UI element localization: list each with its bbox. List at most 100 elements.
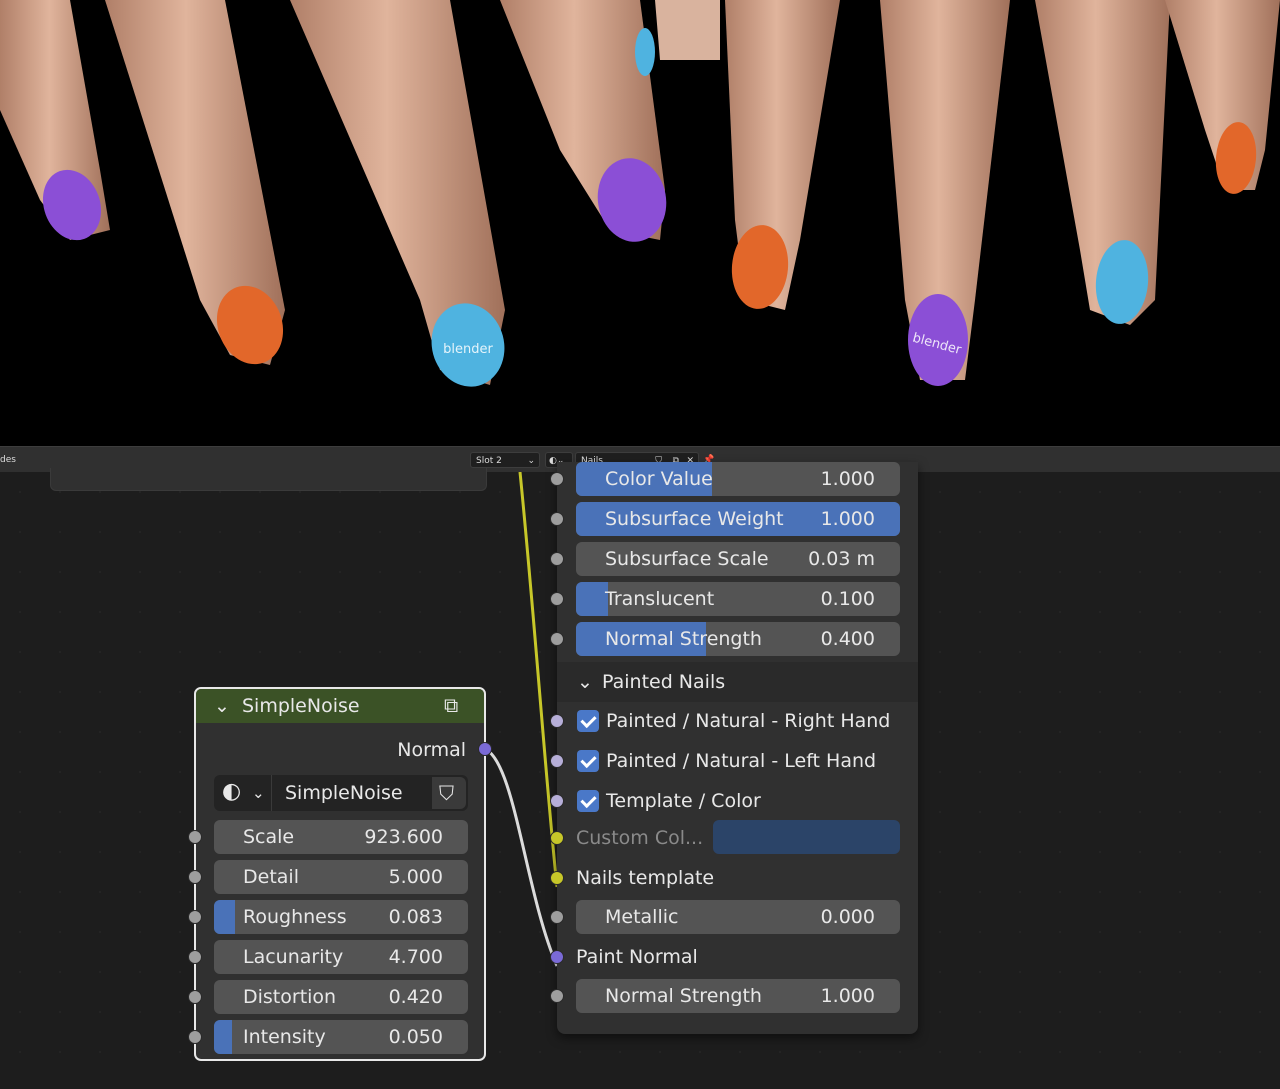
- custom-color-swatch[interactable]: [713, 820, 900, 854]
- field-value: 0.083: [388, 906, 443, 928]
- noise-field[interactable]: Lacunarity 4.700: [214, 940, 468, 974]
- metallic-socket[interactable]: [550, 910, 564, 924]
- nail-1: [216, 285, 284, 365]
- group-field[interactable]: Subsurface Weight 1.000: [576, 502, 900, 536]
- nail-8: [635, 28, 655, 76]
- field-label: Color Value: [605, 468, 713, 490]
- checkbox-label: Painted / Natural - Right Hand: [606, 710, 891, 732]
- chevron-down-icon[interactable]: ⌄: [214, 695, 230, 717]
- node-editor-canvas[interactable]: Color Value 1.000 Subsurface Weight 1.00…: [0, 462, 1280, 1089]
- noise-field[interactable]: Distortion 0.420: [214, 980, 468, 1014]
- paint-normal-socket[interactable]: [550, 950, 564, 964]
- fake-user-shield-button[interactable]: ⛉: [432, 777, 466, 809]
- nails-layer: blender blender: [42, 28, 1257, 387]
- checkbox-label: Painted / Natural - Left Hand: [606, 750, 877, 772]
- group-field[interactable]: Subsurface Scale 0.03 m: [576, 542, 900, 576]
- field-value: 1.000: [820, 468, 875, 490]
- chevron-down-icon: ⌄: [527, 456, 535, 466]
- checkbox[interactable]: [577, 710, 599, 732]
- field-label: Subsurface Scale: [605, 548, 769, 570]
- field-value: 0.03 m: [808, 548, 875, 570]
- field-value: 1.000: [820, 985, 875, 1007]
- field-value: 923.600: [364, 826, 443, 848]
- check-input-socket[interactable]: [550, 794, 564, 808]
- field-label: Metallic: [605, 906, 679, 928]
- field-label: Distortion: [243, 986, 337, 1008]
- node-group-icon[interactable]: ⧉: [444, 694, 458, 716]
- field-label: Roughness: [243, 906, 347, 928]
- node-tree-icon[interactable]: ◐: [222, 781, 241, 803]
- input-socket[interactable]: [188, 1030, 202, 1044]
- field-value: 4.700: [388, 946, 443, 968]
- panel-title: Painted Nails: [602, 671, 726, 693]
- field-label: Detail: [243, 866, 299, 888]
- slot-dropdown[interactable]: Slot 2 ⌄: [470, 452, 540, 468]
- nails-template-label: Nails template: [576, 867, 715, 889]
- field-label: Lacunarity: [243, 946, 344, 968]
- nail-0: [42, 169, 102, 241]
- nail-logo: blender: [443, 342, 493, 357]
- value-fill: [214, 900, 236, 934]
- field-label: Scale: [243, 826, 295, 848]
- custom-color-socket[interactable]: [550, 831, 564, 845]
- field-value: 5.000: [388, 866, 443, 888]
- slot-label: Slot 2: [476, 456, 502, 466]
- group-field[interactable]: Normal Strength 0.400: [576, 622, 900, 656]
- material-group-node[interactable]: Color Value 1.000 Subsurface Weight 1.00…: [550, 462, 918, 1034]
- input-socket[interactable]: [188, 990, 202, 1004]
- field-label: Normal Strength: [605, 628, 762, 650]
- noise-field[interactable]: Intensity 0.050: [214, 1020, 468, 1054]
- input-socket[interactable]: [550, 512, 564, 526]
- input-socket[interactable]: [188, 910, 202, 924]
- check-input-socket[interactable]: [550, 714, 564, 728]
- output-label: Normal: [397, 739, 466, 761]
- nail-6: [1095, 240, 1149, 324]
- node-group-name: SimpleNoise: [285, 782, 403, 804]
- checkbox-label: Template / Color: [606, 790, 761, 812]
- normal-output-socket[interactable]: [478, 742, 492, 756]
- simplenoise-node-header[interactable]: ⌄ SimpleNoise ⧉: [196, 689, 484, 723]
- value-fill: [214, 1020, 232, 1054]
- custom-color-label: Custom Col...: [576, 827, 704, 849]
- node-group-selector[interactable]: ◐ ⌄ SimpleNoise ⛉: [214, 775, 468, 811]
- 3d-viewport[interactable]: blender blender: [0, 0, 1280, 446]
- normal-strength-field[interactable]: Normal Strength 1.000: [576, 979, 900, 1013]
- field-value: 0.050: [388, 1026, 443, 1048]
- input-socket[interactable]: [550, 472, 564, 486]
- input-socket[interactable]: [550, 552, 564, 566]
- group-field[interactable]: Translucent 0.100: [576, 582, 900, 616]
- shield-icon: ⛉: [439, 781, 454, 805]
- simplenoise-node[interactable]: ⌄ SimpleNoise ⧉ Normal ◐ ⌄ SimpleNoise ⛉…: [188, 687, 492, 1061]
- nail-7: [1215, 122, 1257, 194]
- nail-4: [731, 225, 789, 309]
- input-socket[interactable]: [188, 870, 202, 884]
- field-value: 0.000: [820, 906, 875, 928]
- header-left-label: des: [0, 455, 16, 465]
- check-input-socket[interactable]: [550, 754, 564, 768]
- field-label: Translucent: [605, 588, 715, 610]
- painted-nails-panel-header[interactable]: ⌄ Painted Nails: [557, 662, 918, 702]
- chevron-down-icon[interactable]: ⌄: [252, 782, 265, 804]
- paint-normal-label: Paint Normal: [576, 946, 698, 968]
- chevron-down-icon: ⌄: [577, 671, 593, 693]
- input-socket[interactable]: [188, 830, 202, 844]
- field-label: Subsurface Weight: [605, 508, 784, 530]
- field-value: 0.420: [388, 986, 443, 1008]
- checkbox[interactable]: [577, 790, 599, 812]
- checkbox[interactable]: [577, 750, 599, 772]
- field-label: Normal Strength: [605, 985, 762, 1007]
- normal-strength-socket[interactable]: [550, 989, 564, 1003]
- metallic-field[interactable]: Metallic 0.000: [576, 900, 900, 934]
- input-socket[interactable]: [550, 632, 564, 646]
- nail-3: [597, 158, 667, 242]
- field-value: 0.400: [820, 628, 875, 650]
- noise-field[interactable]: Scale 923.600: [214, 820, 468, 854]
- value-fill: [576, 582, 609, 616]
- nails-template-socket[interactable]: [550, 871, 564, 885]
- group-field[interactable]: Color Value 1.000: [576, 462, 900, 496]
- input-socket[interactable]: [188, 950, 202, 964]
- noise-field[interactable]: Roughness 0.083: [214, 900, 468, 934]
- input-socket[interactable]: [550, 592, 564, 606]
- material-sphere-icon: ◐: [549, 456, 557, 466]
- noise-field[interactable]: Detail 5.000: [214, 860, 468, 894]
